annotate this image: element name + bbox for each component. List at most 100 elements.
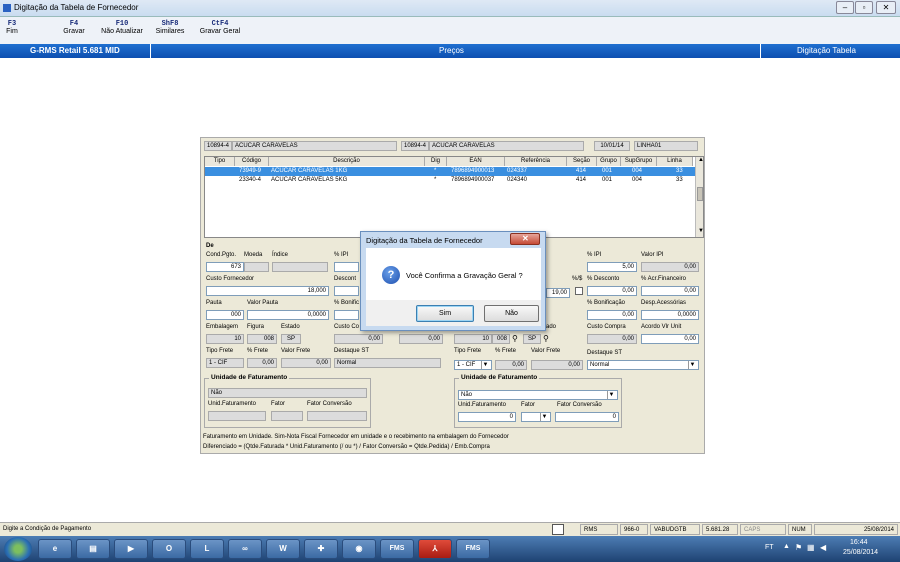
status-app: RMS (580, 524, 618, 535)
chevron-down-icon[interactable]: ▼ (688, 361, 696, 369)
close-button[interactable]: ✕ (876, 1, 896, 14)
chevron-down-icon[interactable]: ▼ (540, 413, 548, 421)
media-icon[interactable]: ▶ (114, 539, 148, 559)
fkey-nao-atualizar[interactable]: F10 Não Atualizar (98, 20, 146, 35)
chevron-down-icon[interactable]: ▼ (607, 391, 615, 399)
minimize-button[interactable]: – (836, 1, 854, 14)
fator-select[interactable]: ▼ (521, 412, 551, 422)
bonificacao-right-field[interactable]: 0,00 (587, 310, 637, 320)
valor-pauta-field[interactable]: 0,0000 (247, 310, 329, 320)
grid-scrollbar[interactable]: ▲ ▼ (695, 157, 703, 237)
ipi-field[interactable] (334, 262, 359, 272)
scroll-thumb[interactable] (697, 187, 703, 201)
label-pauta: Pauta (206, 300, 222, 306)
no-button[interactable]: Não (484, 305, 539, 322)
custo-fornecedor-field[interactable]: 18,000 (206, 286, 329, 296)
folder-icon[interactable]: ▤ (76, 539, 110, 559)
window-title: Digitação da Tabela de Fornecedor (14, 3, 139, 12)
unidade-faturamento-select[interactable]: Não ▼ (458, 390, 618, 400)
maximize-button[interactable]: ▫ (855, 1, 873, 14)
tipo-frete-select[interactable]: 1 - CIF ▼ (454, 360, 492, 370)
fkey-gravar-geral[interactable]: CtF4 Gravar Geral (197, 20, 243, 35)
fms-icon[interactable]: FMS (380, 539, 414, 559)
pauta-field[interactable]: 000 (206, 310, 244, 320)
products-grid[interactable]: Tipo Código Descrição Dig EAN Referência… (204, 156, 704, 238)
label-cond-pgto: Cond.Pgto. (206, 252, 237, 258)
acr-financeiro-field[interactable]: 0,00 (641, 286, 699, 296)
puzzle-icon[interactable]: ✚ (304, 539, 338, 559)
network-icon[interactable]: ▦ (807, 543, 815, 552)
fkey-gravar[interactable]: F4 Gravar (60, 20, 88, 35)
col-header-descricao[interactable]: Descrição (269, 157, 425, 166)
link-icon[interactable]: ∞ (228, 539, 262, 559)
language-indicator[interactable]: FT (765, 544, 774, 551)
bonificacao-field[interactable] (334, 310, 359, 320)
cell-descricao: ACUCAR CARAVELAS 1KG (271, 168, 348, 174)
col-header-linha[interactable]: Linha (657, 157, 693, 166)
col-header-supgrupo[interactable]: SupGrupo (621, 157, 657, 166)
col-header-grupo[interactable]: Grupo (597, 157, 621, 166)
desp-acessorias-field[interactable]: 0,0000 (641, 310, 699, 320)
scroll-down-icon[interactable]: ▼ (698, 228, 703, 234)
col-header-ean[interactable]: EAN (447, 157, 505, 166)
col-header-referencia[interactable]: Referência (505, 157, 567, 166)
desconto-right-field[interactable]: 0,00 (587, 286, 637, 296)
clock-time[interactable]: 16:44 (850, 539, 868, 546)
flag-icon[interactable]: ⚑ (795, 543, 802, 552)
outlook-icon[interactable]: O (152, 539, 186, 559)
lync-icon[interactable]: L (190, 539, 224, 559)
status-caps: CAPS (740, 524, 786, 535)
dialog-footer: Sim Não (366, 300, 541, 326)
destaque-st-select[interactable]: Normal ▼ (587, 360, 699, 370)
cell-grupo: 001 (602, 168, 613, 174)
pct-checkbox[interactable] (575, 287, 583, 295)
volume-icon[interactable]: ◀ (820, 543, 826, 552)
ipi-right-field[interactable]: 5,00 (587, 262, 637, 272)
table-row[interactable]: 23340-4 ACUCAR CARAVELAS 5KG * 789689490… (205, 176, 701, 185)
col-header-dig[interactable]: Dig (425, 157, 447, 166)
label-embalagem: Embalagem (206, 324, 239, 330)
start-button[interactable] (4, 537, 32, 561)
desconto-field[interactable] (334, 286, 359, 296)
custo-partial-field[interactable]: 19,00 (546, 288, 570, 298)
unid-faturamento-right-field[interactable]: 0 (458, 412, 516, 422)
tipo-frete-field: 1 - CIF (206, 358, 244, 368)
binoculars-icon[interactable]: ⚲ (512, 334, 518, 343)
footnote-line-1: Faturamento em Unidade. Sim-Nota Fiscal … (203, 434, 509, 440)
scroll-up-icon[interactable]: ▲ (698, 157, 703, 163)
fkey-similares[interactable]: ShF8 Similares (152, 20, 188, 35)
embalagem-right-field: 10 (454, 334, 492, 344)
fms-icon[interactable]: FMS (456, 539, 490, 559)
clock-date[interactable]: 25/08/2014 (843, 549, 878, 556)
pdf-icon[interactable]: ⅄ (418, 539, 452, 559)
label-desp-acessorias: Desp.Acessórias (641, 300, 687, 306)
yes-button[interactable]: Sim (416, 305, 474, 322)
unidade-faturamento-field: Não (208, 388, 367, 398)
label-desconto: Descont (334, 276, 357, 282)
fkey-fim[interactable]: F3 Fim (2, 20, 22, 35)
label-tipo-frete: Tipo Frete (206, 348, 234, 354)
label-moeda: Moeda (244, 252, 263, 258)
label-custo-compra: Custo Co (334, 324, 360, 330)
cond-pgto-field[interactable]: 673 (206, 262, 244, 272)
fator-field (271, 411, 303, 421)
word-icon[interactable]: W (266, 539, 300, 559)
status-version: 5.681.28 (702, 524, 738, 535)
col-header-tipo[interactable]: Tipo (205, 157, 235, 166)
label-tipo-frete-right: Tipo Frete (454, 348, 482, 354)
label-fator-conversao-right: Fator Conversão (557, 402, 602, 408)
binoculars-icon[interactable]: ⚲ (543, 334, 549, 343)
col-header-secao[interactable]: Seção (567, 157, 597, 166)
label-unid-faturamento: Unid.Faturamento (208, 401, 257, 407)
dialog-close-button[interactable]: ✕ (510, 233, 540, 245)
acordo-vlr-unit-field[interactable]: 0,00 (641, 334, 699, 344)
col-header-codigo[interactable]: Código (235, 157, 269, 166)
table-row[interactable]: 73949-9 ACUCAR CARAVELAS 1KG * 789689490… (205, 167, 701, 176)
chevron-down-icon[interactable]: ▼ (481, 361, 489, 369)
question-icon: ? (382, 266, 400, 284)
globe-icon[interactable]: ◉ (342, 539, 376, 559)
fator-conversao-right-field[interactable]: 0 (555, 412, 619, 422)
table-date: 10/01/14 (594, 141, 630, 151)
browser-icon[interactable]: e (38, 539, 72, 559)
tray-expand-icon[interactable]: ▲ (783, 543, 790, 550)
